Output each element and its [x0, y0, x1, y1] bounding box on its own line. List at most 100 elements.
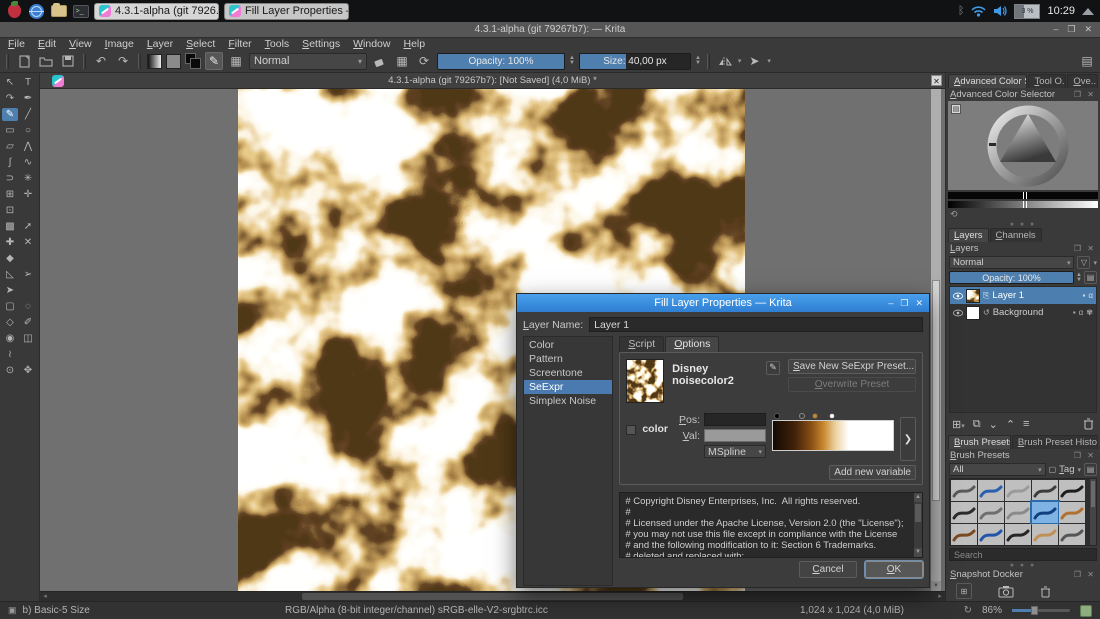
bluetooth-icon[interactable]: ᛒ [958, 5, 965, 17]
colorspace-label[interactable]: RGB/Alpha (8-bit integer/channel) sRGB-e… [285, 605, 548, 616]
menu-select[interactable]: Select [186, 38, 215, 50]
mirror-horizontal-icon[interactable] [716, 52, 734, 70]
brush-grid-scrollbar[interactable] [1090, 479, 1096, 545]
menu-image[interactable]: Image [105, 38, 134, 50]
raspberry-menu-icon[interactable] [6, 3, 23, 20]
document-close-button[interactable]: ✕ [931, 75, 942, 86]
move-layer-up-button[interactable]: ⌃ [1006, 418, 1015, 431]
docker-tab-advanced-color-sel[interactable]: Advanced Color Sel... [948, 74, 1027, 88]
dialog-minimize-button[interactable]: – [888, 298, 893, 309]
ellipse-tool[interactable]: ○ [20, 124, 36, 137]
cancel-button[interactable]: Cancel [799, 561, 857, 578]
fill-type-simplex-noise[interactable]: Simplex Noise [524, 394, 612, 408]
docker-float-close-icons[interactable]: ❐ ✕ [1074, 90, 1096, 99]
taskbar-window-fill-layer-dialog[interactable]: Fill Layer Properties –... [224, 3, 349, 20]
rect-select-tool[interactable]: ▢ [2, 300, 18, 313]
blend-mode-combo[interactable]: Normal▾ [249, 53, 367, 70]
cpu-monitor[interactable]: 3 % [1014, 4, 1040, 19]
eject-icon[interactable] [1082, 8, 1094, 15]
preset-thumbnail[interactable] [626, 359, 664, 403]
menu-view[interactable]: View [69, 38, 92, 50]
menu-settings[interactable]: Settings [302, 38, 340, 50]
crop-tool[interactable]: ⊡ [2, 204, 18, 217]
layer-filter-icon[interactable]: ▽ [1077, 256, 1090, 269]
layer-lock-icon[interactable]: ▪ [1073, 308, 1076, 317]
brush-preset-tile[interactable] [978, 502, 1004, 523]
docker-tab-tool-o[interactable]: Tool O... [1028, 74, 1066, 88]
layer-lock-icon[interactable]: ▪ [1083, 291, 1086, 300]
edit-brush-settings-button[interactable]: ✎ [205, 52, 223, 70]
window-close-button[interactable]: ✕ [1084, 24, 1092, 35]
delete-layer-button[interactable] [1083, 418, 1094, 430]
workspace-chooser-icon[interactable]: ▤ [1078, 52, 1096, 70]
preserve-alpha-icon[interactable]: ▦ [393, 52, 411, 70]
color-selector-settings-icon[interactable]: ▤ [951, 104, 961, 114]
dialog-maximize-button[interactable]: ❒ [900, 298, 908, 309]
gradient-editor[interactable] [772, 411, 894, 451]
snapshot-delete-icon[interactable] [1040, 585, 1051, 598]
save-icon[interactable] [59, 52, 77, 70]
brush-preset-tile[interactable] [978, 524, 1004, 545]
undo-icon[interactable]: ↶ [92, 52, 110, 70]
size-spinner[interactable]: ▲▼ [695, 56, 701, 66]
brush-view-mode-icon[interactable]: ▤ [1084, 463, 1097, 476]
ellipse-select-tool[interactable]: ◌ [20, 300, 36, 313]
open-document-icon[interactable] [37, 52, 55, 70]
docker-tab-brush-presets[interactable]: Brush Presets [948, 435, 1011, 449]
variable-checkbox[interactable] [626, 425, 636, 435]
color-selector-wheel[interactable]: ▤ [948, 101, 1098, 190]
fill-type-pattern[interactable]: Pattern [524, 352, 612, 366]
next-variable-button[interactable]: ❯ [900, 417, 916, 461]
brush-search-input[interactable]: Search [949, 548, 1097, 561]
gradient-stop[interactable] [812, 413, 818, 419]
calligraphy-tool[interactable]: ✒ [20, 92, 36, 105]
move-layer-down-button[interactable]: ⌄ [989, 418, 998, 431]
browser-icon[interactable] [28, 3, 45, 20]
edit-preset-icon[interactable]: ✎ [766, 361, 780, 375]
layer-style-icon[interactable]: ✾ [1086, 308, 1093, 317]
layer-row-background[interactable]: ↺ Background ▪α✾ [950, 304, 1096, 321]
memory-status-icon[interactable]: ↻ [964, 605, 972, 616]
bezier-select-tool[interactable]: ◫ [20, 332, 36, 345]
line-tool[interactable]: ╱ [20, 108, 36, 121]
brush-preset-tile[interactable] [1005, 524, 1031, 545]
val-color-button[interactable] [704, 429, 766, 442]
script-scrollbar[interactable]: ▲▼ [913, 493, 922, 557]
brush-preset-tile[interactable] [1059, 480, 1085, 501]
toolbar-grip[interactable] [707, 54, 710, 69]
canvas-horizontal-scrollbar[interactable]: ◂ ▸ [40, 591, 945, 601]
window-minimize-button[interactable]: – [1053, 24, 1058, 35]
gradient-stop[interactable] [774, 413, 780, 419]
brush-preset-tile[interactable] [1005, 480, 1031, 501]
menu-window[interactable]: Window [353, 38, 390, 50]
layer-blend-mode-combo[interactable]: Normal▾ [949, 256, 1074, 269]
brush-preset-tile[interactable] [1005, 502, 1031, 523]
foreground-background-colors[interactable] [185, 53, 201, 69]
layer-opacity-spinner[interactable]: ▲▼ [1076, 273, 1082, 283]
polyline-tool[interactable]: ⋀ [20, 140, 36, 153]
smart-patch-tool[interactable]: ✚ [2, 236, 18, 249]
snapshot-camera-icon[interactable] [998, 585, 1014, 598]
volume-icon[interactable] [993, 5, 1007, 17]
dynamic-brush-tool[interactable]: ⊃ [2, 172, 18, 185]
layer-alpha-icon[interactable]: α [1079, 308, 1084, 317]
layer-visibility-icon[interactable] [953, 308, 963, 318]
gradient-chooser[interactable] [147, 54, 162, 69]
menu-filter[interactable]: Filter [228, 38, 251, 50]
flip-icon[interactable]: ➤ [745, 52, 763, 70]
tag-button[interactable]: Tag [1059, 464, 1074, 475]
edit-shapes-tool[interactable]: ↷ [2, 92, 18, 105]
color-history-bar[interactable] [948, 192, 1098, 199]
layer-alpha-icon[interactable]: α [1088, 291, 1093, 300]
layer-properties-button[interactable]: ≡ [1023, 418, 1029, 430]
window-maximize-button[interactable]: ❐ [1067, 24, 1075, 35]
docker-tab-brush-preset-history[interactable]: Brush Preset History [1012, 435, 1098, 449]
reference-tool[interactable]: ➢ [20, 268, 36, 281]
color-sampler-tool[interactable]: ➚ [20, 220, 36, 233]
opacity-slider[interactable]: Opacity: 100% [437, 53, 565, 70]
selection-mode-icon[interactable]: ▣ [8, 605, 17, 616]
docker-float-close-icons[interactable]: ❐ ✕ [1074, 451, 1096, 460]
layer-opacity-slider[interactable]: Opacity: 100% [949, 271, 1074, 284]
move-tool[interactable]: ✛ [20, 188, 36, 201]
zoom-slider[interactable] [1012, 609, 1070, 612]
